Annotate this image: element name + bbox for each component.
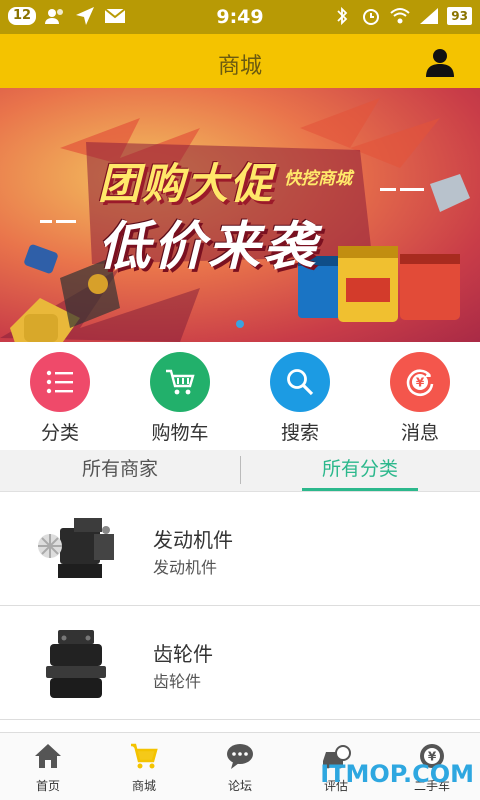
quick-action-label: 消息 (400, 422, 439, 444)
banner-headline-2: 低价来袭 (98, 217, 319, 277)
category-subtitle: 齿轮件 (153, 672, 202, 691)
tab-all-categories[interactable]: 所有分类 (240, 450, 480, 491)
search-icon (270, 352, 330, 412)
quick-action-label: 分类 (40, 422, 79, 444)
list-item[interactable]: 发动机件 发动机件 (0, 492, 480, 606)
category-subtitle: 发动机件 (153, 558, 218, 577)
nav-forum[interactable]: 论坛 (192, 733, 288, 800)
battery-level: 93 (447, 7, 472, 25)
category-list: 发动机件 发动机件 齿轮件 齿轮件 (0, 492, 480, 720)
status-bar: 12 9:49 93 (0, 0, 480, 34)
banner-brand: 快挖商城 (284, 169, 352, 189)
nav-home[interactable]: 首页 (0, 733, 96, 800)
quick-action-message[interactable]: ¥ 消息 (360, 342, 480, 450)
list-icon (30, 352, 90, 412)
store-tabs: 所有商家 所有分类 (0, 450, 480, 492)
banner-pager-dot[interactable] (236, 320, 244, 328)
nav-mall[interactable]: 商城 (96, 733, 192, 800)
banner-headline-1: 团购大促 (98, 159, 275, 208)
alarm-icon (363, 9, 380, 25)
yen-cycle-icon: ¥ (390, 352, 450, 412)
bluetooth-icon (337, 6, 348, 26)
quick-action-cart[interactable]: 购物车 (120, 342, 240, 450)
banner-pager (0, 320, 480, 328)
nav-label: 商城 (131, 779, 156, 793)
gear-part-image (46, 630, 106, 698)
quick-action-label: 搜索 (280, 422, 319, 444)
quick-action-label: 购物车 (151, 422, 209, 444)
user-profile-icon[interactable] (424, 46, 456, 78)
promo-banner[interactable]: 快挖商城 团购大促 低价来袭 (0, 88, 480, 342)
app-header: 商城 (0, 34, 480, 88)
cart-icon (150, 352, 210, 412)
list-item[interactable]: 齿轮件 齿轮件 (0, 606, 480, 720)
svg-text:¥: ¥ (416, 376, 425, 390)
watermark: ITMOP.COM (320, 760, 474, 788)
page-title: 商城 (217, 54, 262, 79)
quick-action-search[interactable]: 搜索 (240, 342, 360, 450)
tab-all-merchants[interactable]: 所有商家 (0, 450, 240, 491)
nav-label: 论坛 (227, 779, 252, 793)
signal-icon (420, 8, 439, 24)
category-name: 齿轮件 (153, 642, 213, 666)
home-icon (35, 744, 61, 768)
nav-label: 首页 (35, 779, 60, 793)
cart-icon (131, 743, 158, 769)
wifi-icon (390, 8, 410, 24)
quick-actions: 分类 购物车 搜索 ¥ 消息 (0, 342, 480, 450)
chat-icon (227, 744, 253, 769)
category-name: 发动机件 (153, 528, 233, 552)
engine-part-image (38, 518, 114, 578)
quick-action-category[interactable]: 分类 (0, 342, 120, 450)
